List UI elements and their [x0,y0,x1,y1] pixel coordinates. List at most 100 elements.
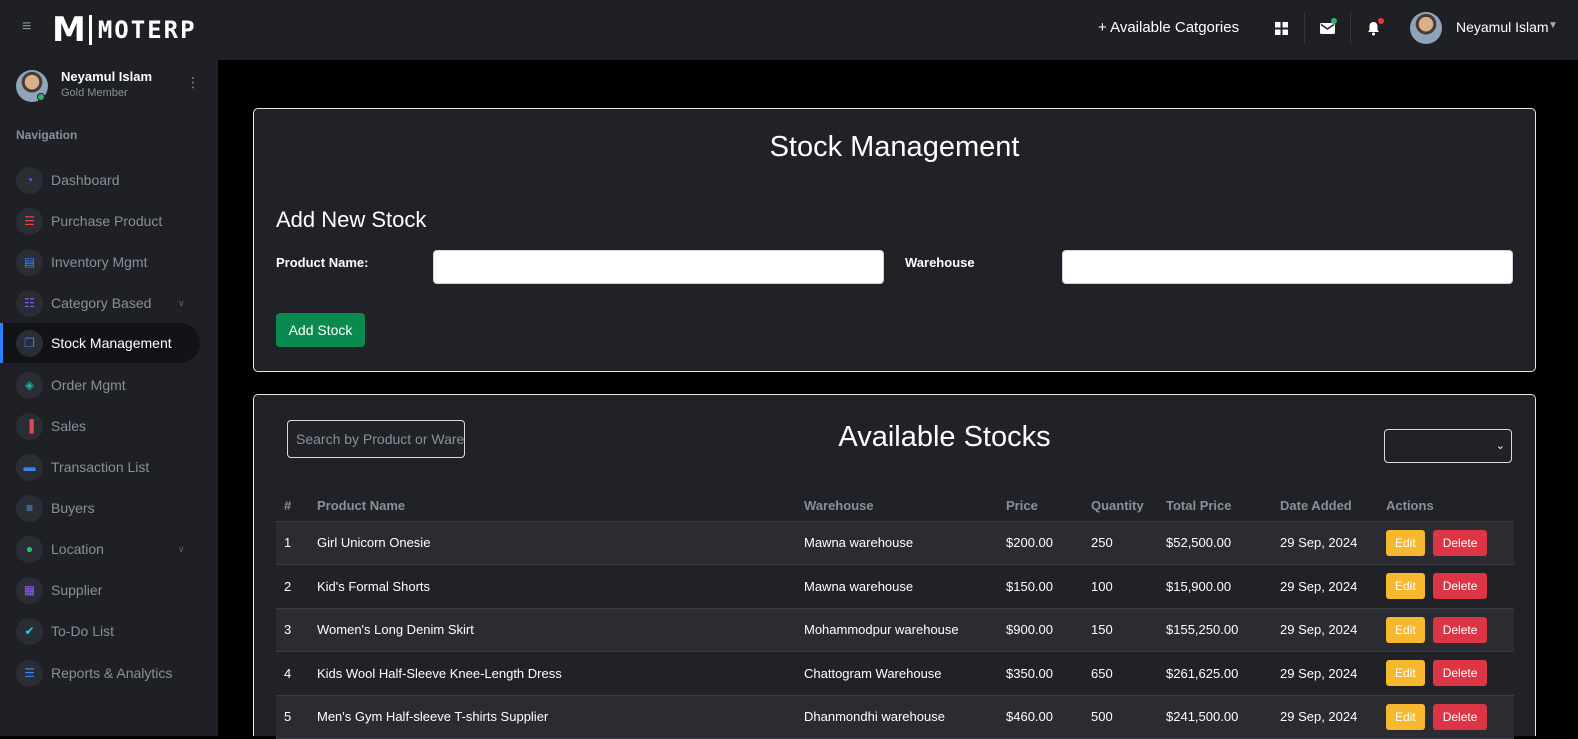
chevron-down-icon[interactable]: ∨ [178,298,185,309]
edit-button[interactable]: Edit [1386,703,1425,730]
sidebar-item-label: To-Do List [51,623,115,639]
date-added-cell: 29 Sep, 2024 [1272,564,1378,609]
app-logo[interactable]: M MOTERP [52,10,197,50]
warehouse-input[interactable] [1062,250,1513,284]
total-price-cell: $261,625.00 [1158,651,1272,696]
notification-dot [1378,18,1384,24]
sidebar-item-label: Transaction List [51,459,150,475]
online-status-dot [37,93,45,101]
menu-toggle-icon[interactable]: ≡ [22,18,31,36]
logo-mark: M [52,10,86,50]
sidebar-user-role: Gold Member [61,87,128,99]
chevron-down-icon[interactable]: ▼ [1548,20,1558,31]
sidebar-item-inventory-mgmt[interactable]: ▤ Inventory Mgmt [0,242,200,282]
topbar-divider [1350,12,1351,44]
sidebar-item-location[interactable]: ● Location ∨ [0,529,200,569]
delete-button[interactable]: Delete [1432,703,1488,730]
card-icon: ▬ [16,453,43,481]
date-added-cell: 29 Sep, 2024 [1272,651,1378,696]
table-row: 1 Girl Unicorn Onesie Mawna warehouse $200.… [276,521,1514,565]
warehouse-cell: Dhanmondhi warehouse [796,695,998,739]
sidebar-item-sales[interactable]: ▐ Sales [0,406,200,446]
sidebar-item-purchase-product[interactable]: ☰ Purchase Product [0,201,200,241]
list-icon: ☰ [16,207,43,235]
actions-cell: Edit Delete [1378,608,1514,652]
edit-button[interactable]: Edit [1386,529,1425,556]
wind-icon: ≡ [16,494,43,522]
row-number: 1 [276,521,309,565]
delete-button[interactable]: Delete [1432,529,1488,556]
warehouse-cell: Chattogram Warehouse [796,651,998,696]
sidebar-item-label: Order Mgmt [51,377,126,393]
sidebar-item-dashboard[interactable]: ◔ Dashboard [0,160,200,200]
more-options-icon[interactable]: ⋮ [186,74,200,91]
sidebar-item-label: Inventory Mgmt [51,254,148,270]
globe-icon: ● [16,535,43,563]
sidebar-item-to-do-list[interactable]: ✔ To-Do List [0,611,200,651]
sidebar: Neyamul Islam Gold Member ⋮ Navigation ◔… [0,60,218,736]
sidebar-item-label: Category Based [51,295,152,311]
apps-grid-icon[interactable] [1270,17,1292,39]
layers-icon: ◈ [16,371,43,399]
warehouse-cell: Mohammodpur warehouse [796,608,998,652]
check-circle-icon: ✔ [16,617,43,645]
sidebar-item-supplier[interactable]: ▦ Supplier [0,570,200,610]
product-name-label: Product Name: [276,255,369,270]
bar-chart-icon: ▐ [16,412,43,440]
available-stocks-card: Available Stocks ⌄ #Product NameWarehous… [253,394,1536,739]
price-cell: $900.00 [998,608,1083,652]
actions-cell: Edit Delete [1378,564,1514,609]
user-menu-name[interactable]: Neyamul Islam [1456,19,1549,35]
sidebar-item-transaction-list[interactable]: ▬ Transaction List [0,447,200,487]
row-number: 5 [276,695,309,739]
sidebar-item-label: Buyers [51,500,95,516]
logo-text: MOTERP [97,16,197,44]
mail-status-dot [1331,18,1337,24]
sidebar-item-label: Supplier [51,582,103,598]
edit-button[interactable]: Edit [1386,660,1425,687]
sidebar-item-order-mgmt[interactable]: ◈ Order Mgmt [0,365,200,405]
actions-cell: Edit Delete [1378,695,1514,739]
edit-button[interactable]: Edit [1386,616,1425,643]
sidebar-item-buyers[interactable]: ≡ Buyers [0,488,200,528]
column-header: Actions [1378,491,1514,522]
sidebar-item-reports-analytics[interactable]: ☰ Reports & Analytics [0,653,200,693]
column-header: Product Name [309,491,796,522]
table-body: 1 Girl Unicorn Onesie Mawna warehouse $200.… [276,521,1514,739]
checklist-icon: ☷ [16,289,43,317]
date-added-cell: 29 Sep, 2024 [1272,521,1378,565]
sidebar-item-category-based[interactable]: ☷ Category Based ∨ [0,283,200,323]
scroll-icon: ▤ [16,248,43,276]
actions-cell: Edit Delete [1378,521,1514,565]
delete-button[interactable]: Delete [1432,660,1488,687]
chevron-down-icon[interactable]: ∨ [178,544,185,555]
quantity-cell: 150 [1083,608,1158,652]
table-header-row: # Product Name Warehouse Price Quantity Total… [276,491,1514,522]
price-cell: $200.00 [998,521,1083,565]
product-name-cell: Women's Long Denim Skirt [309,608,796,652]
add-stock-button[interactable]: Add Stock [276,313,365,347]
stock-filter-select[interactable]: ⌄ [1384,429,1512,463]
product-name-input[interactable] [433,250,884,284]
row-number: 4 [276,651,309,696]
product-name-cell: Kids Wool Half-Sleeve Knee-Length Dress [309,651,796,696]
warehouse-cell: Mawna warehouse [796,521,998,565]
row-number: 3 [276,608,309,652]
total-price-cell: $241,500.00 [1158,695,1272,739]
column-header: Warehouse [796,491,998,522]
available-categories-link[interactable]: + Available Catgories [1098,19,1239,36]
price-cell: $350.00 [998,651,1083,696]
sidebar-item-stock-management[interactable]: ❐ Stock Management [0,323,200,363]
product-name-cell: Men's Gym Half-sleeve T-shirts Supplier [309,695,796,739]
total-price-cell: $155,250.00 [1158,608,1272,652]
delete-button[interactable]: Delete [1432,573,1488,600]
warehouse-label: Warehouse [905,255,975,270]
server-icon: ☰ [16,659,43,687]
delete-button[interactable]: Delete [1432,616,1488,643]
price-cell: $460.00 [998,695,1083,739]
user-avatar[interactable] [1410,12,1442,44]
edit-button[interactable]: Edit [1386,573,1425,600]
column-header: Quantity [1083,491,1158,522]
table-row: 2 Kid's Formal Shorts Mawna warehouse $150.… [276,564,1514,609]
logo-divider [88,15,92,45]
